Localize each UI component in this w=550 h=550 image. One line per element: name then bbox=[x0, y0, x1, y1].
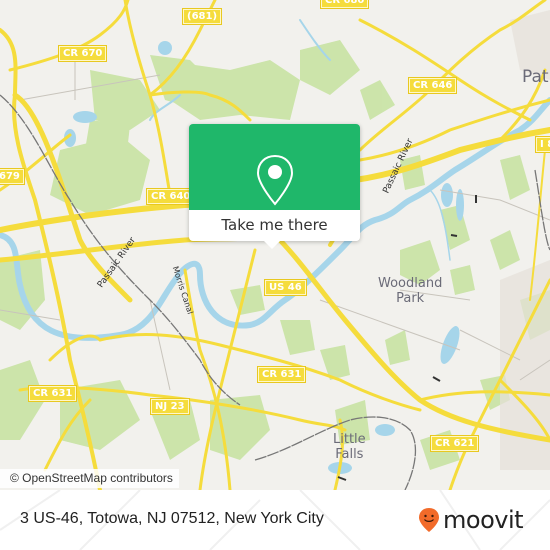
road-shield-679: 679 bbox=[0, 168, 25, 185]
location-popup: Take me there bbox=[189, 124, 360, 241]
road-shield-cr680: CR 680 bbox=[320, 0, 370, 9]
place-label-paterson: Pat bbox=[522, 67, 549, 87]
road-shield-cr621: CR 621 bbox=[430, 435, 480, 452]
place-label-little-falls: Little Falls bbox=[333, 432, 366, 462]
place-label-woodland-park-line1: Woodland bbox=[378, 276, 443, 291]
road-shield-cr646: CR 646 bbox=[408, 77, 458, 94]
address-text: 3 US-46, Totowa, NJ 07512, New York City bbox=[20, 510, 324, 527]
map-pin-icon bbox=[256, 154, 294, 206]
place-label-little-falls-line1: Little bbox=[333, 432, 366, 447]
popup-header bbox=[189, 124, 360, 210]
road-shield-i80: I 8 bbox=[535, 136, 550, 153]
popup-pointer bbox=[264, 241, 280, 249]
moovit-wordmark: moovit bbox=[443, 506, 524, 534]
road-shield-nj23: NJ 23 bbox=[150, 398, 190, 415]
place-label-woodland-park-line2: Park bbox=[396, 291, 425, 306]
road-shield-681: (681) bbox=[182, 8, 223, 25]
take-me-there-button[interactable]: Take me there bbox=[189, 210, 360, 241]
road-shield-cr670: CR 670 bbox=[58, 45, 108, 62]
road-shield-us46: US 46 bbox=[264, 279, 307, 296]
place-label-little-falls-line2: Falls bbox=[335, 447, 364, 462]
place-label-woodland-park: Woodland Park bbox=[378, 276, 442, 306]
road-shield-cr640: CR 640 bbox=[146, 188, 196, 205]
moovit-logo[interactable]: moovit bbox=[418, 506, 524, 534]
road-shield-cr631-west: CR 631 bbox=[28, 385, 78, 402]
moovit-face-icon bbox=[419, 508, 439, 532]
map-attribution[interactable]: © OpenStreetMap contributors bbox=[0, 469, 179, 488]
road-shield-cr631-east: CR 631 bbox=[257, 366, 307, 383]
